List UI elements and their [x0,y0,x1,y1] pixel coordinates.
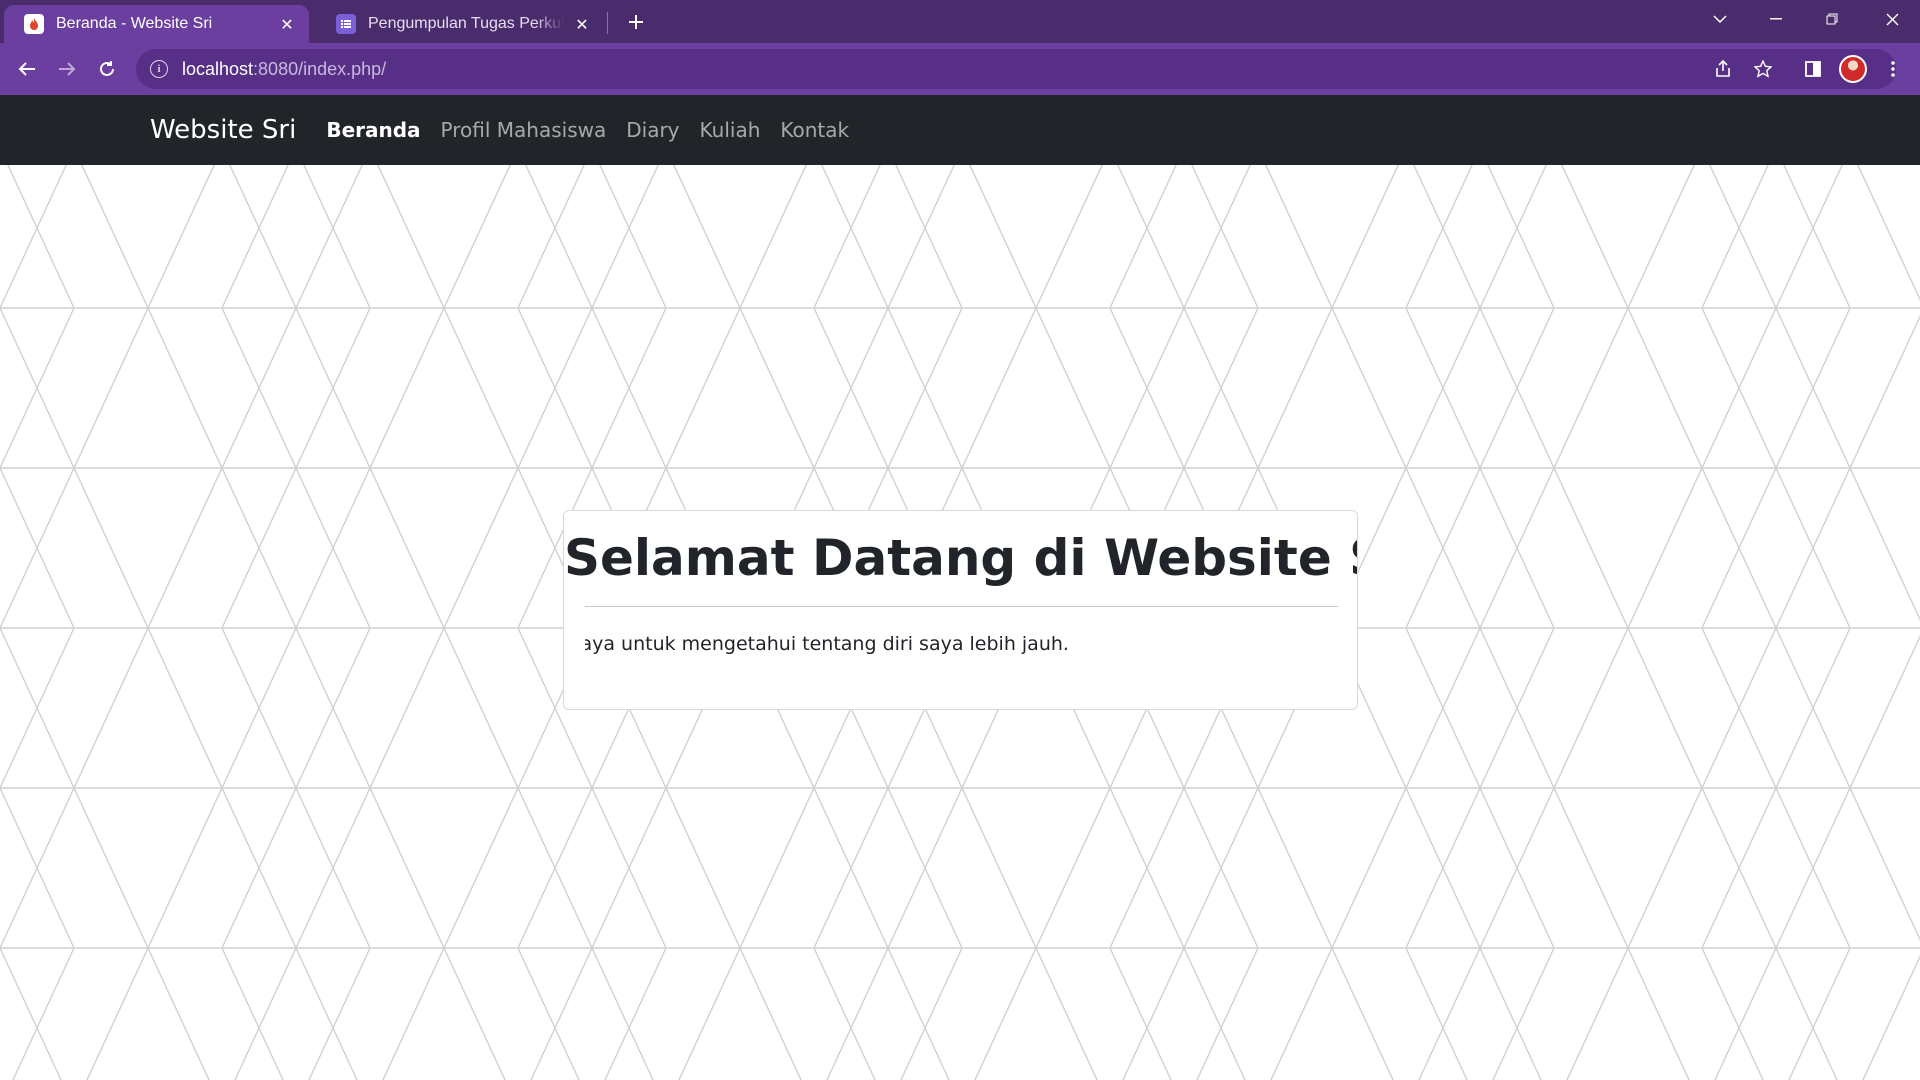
site-navbar: Website Sri Beranda Profil Mahasiswa Dia… [0,95,1920,165]
marquee: Silahkan kunjungi website saya untuk men… [585,631,1338,661]
profile-avatar[interactable] [1836,52,1870,86]
tab-pengumpulan-tugas[interactable]: Pengumpulan Tugas Perkuliahan ✕ [316,5,604,43]
tab-separator [607,12,608,34]
new-tab-button[interactable] [622,8,650,36]
nav-link-kontak[interactable]: Kontak [780,118,849,142]
nav-link-kuliah[interactable]: Kuliah [700,118,761,142]
back-button[interactable] [10,52,44,86]
menu-kebab-icon[interactable] [1876,52,1910,86]
url-host: localhost [182,58,254,79]
close-window-button[interactable] [1864,0,1920,38]
tab-search-icon[interactable] [1692,0,1748,38]
close-tab-icon[interactable]: ✕ [277,14,297,34]
tab-title: Beranda - Website Sri [56,15,213,32]
url-path: :8080/index.php/ [253,58,387,79]
side-panel-icon[interactable] [1796,52,1830,86]
avatar [1839,55,1867,83]
forward-button[interactable] [50,52,84,86]
address-bar[interactable]: i localhost:8080/index.php/ [136,49,1896,89]
tab-title: Pengumpulan Tugas Perkuliahan [368,15,564,32]
browser-tabstrip: Beranda - Website Sri ✕ Pengumpulan Tuga… [0,0,1920,43]
close-tab-icon[interactable]: ✕ [572,14,592,34]
marquee-text: Silahkan kunjungi website saya untuk men… [585,633,1069,655]
tab-beranda[interactable]: Beranda - Website Sri ✕ [4,5,309,43]
card-divider [585,606,1338,607]
site-brand[interactable]: Website Sri [150,115,296,145]
restore-button[interactable] [1804,0,1860,38]
flame-icon [24,14,44,34]
share-icon[interactable] [1706,52,1740,86]
site-info-icon[interactable]: i [150,60,168,78]
welcome-heading: Selamat Datang di Website Saya [564,529,1357,587]
list-icon [336,14,356,34]
nav-link-diary[interactable]: Diary [626,118,679,142]
welcome-card: Selamat Datang di Website Saya Silahkan … [563,510,1358,710]
page-viewport: Website Sri Beranda Profil Mahasiswa Dia… [0,95,1920,1080]
browser-toolbar: i localhost:8080/index.php/ [0,43,1920,95]
nav-link-profil-mahasiswa[interactable]: Profil Mahasiswa [441,118,607,142]
bookmark-star-icon[interactable] [1746,52,1780,86]
minimize-button[interactable] [1748,0,1804,38]
nav-link-beranda[interactable]: Beranda [326,118,420,142]
reload-button[interactable] [90,52,124,86]
url-text: localhost:8080/index.php/ [182,59,386,80]
